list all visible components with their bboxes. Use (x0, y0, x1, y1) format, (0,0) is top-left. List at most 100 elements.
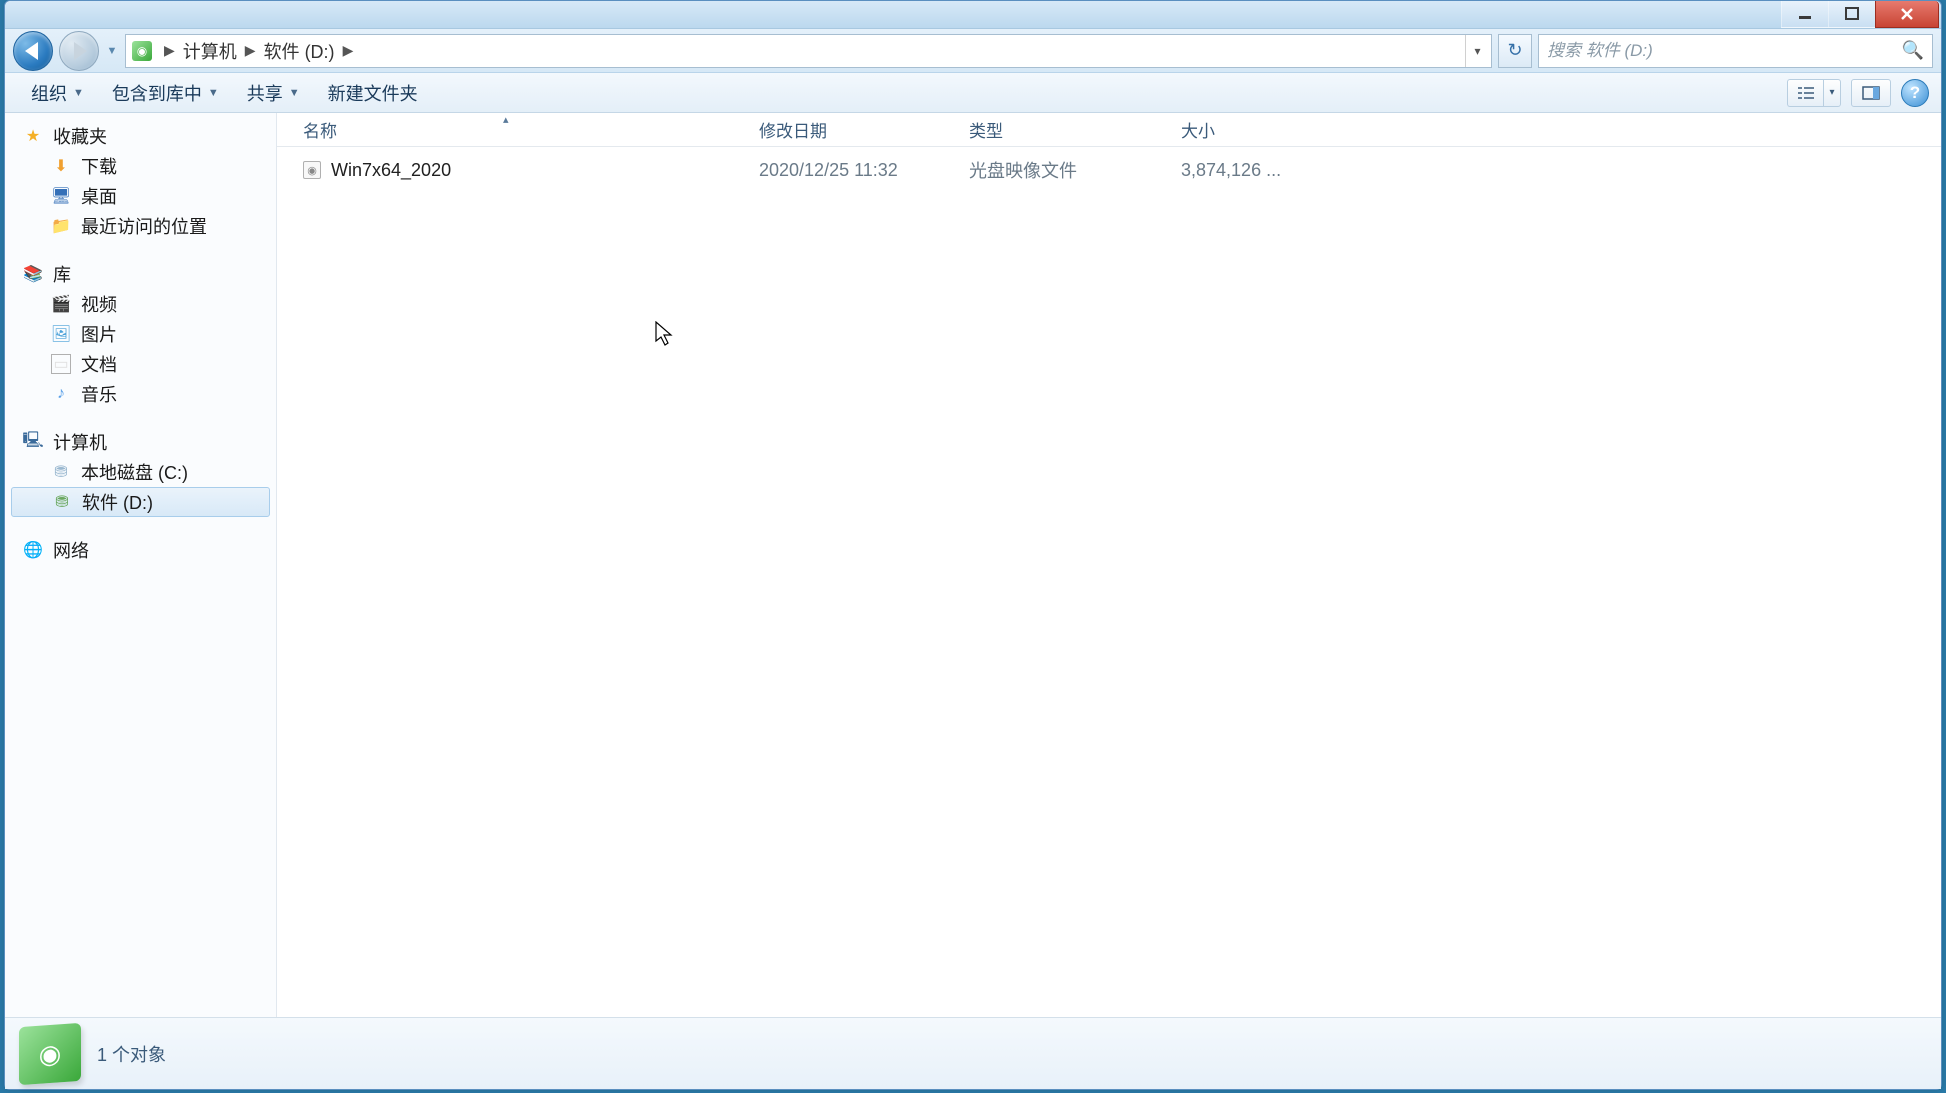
column-type[interactable]: 类型 (959, 117, 1171, 142)
file-rows: ◉ Win7x64_2020 2020/12/25 11:32 光盘映像文件 3… (277, 147, 1941, 1017)
sidebar-drive-d-label: 软件 (D:) (82, 489, 153, 515)
close-icon (1900, 7, 1914, 21)
title-bar (5, 1, 1941, 29)
sidebar-music[interactable]: ♪ 音乐 (5, 379, 276, 409)
view-list-icon (1787, 79, 1823, 107)
column-date[interactable]: 修改日期 (749, 117, 959, 142)
maximize-icon (1845, 7, 1859, 21)
drive-icon: ⛃ (52, 492, 72, 512)
iso-file-icon: ◉ (303, 161, 321, 179)
file-type: 光盘映像文件 (959, 157, 1171, 183)
refresh-icon: ↻ (1507, 40, 1522, 61)
sidebar-desktop-label: 桌面 (81, 183, 117, 209)
forward-button[interactable] (59, 31, 99, 71)
sidebar-documents-label: 文档 (81, 351, 117, 377)
maximize-button[interactable] (1828, 1, 1876, 28)
organize-label: 组织 (31, 80, 67, 106)
file-list-pane: 名称 ▴ 修改日期 类型 大小 ◉ Win7x64_2020 2020/12/2… (277, 113, 1941, 1017)
new-folder-label: 新建文件夹 (328, 80, 418, 106)
help-button[interactable]: ? (1901, 79, 1929, 107)
sidebar-drive-c-label: 本地磁盘 (C:) (81, 459, 188, 485)
nav-history-dropdown[interactable]: ▼ (105, 31, 119, 71)
picture-icon: 🖼 (51, 324, 71, 344)
chevron-down-icon: ▼ (289, 87, 300, 99)
sidebar-network-label: 网络 (53, 537, 89, 563)
document-icon: ▭ (51, 354, 71, 374)
search-box[interactable]: 🔍 (1538, 34, 1933, 68)
download-icon: ⬇ (51, 156, 71, 176)
organize-menu[interactable]: 组织 ▼ (17, 76, 98, 110)
breadcrumb-computer[interactable]: 计算机 (183, 38, 237, 64)
sidebar-computer[interactable]: 🖳 计算机 (5, 427, 276, 457)
breadcrumb-bar[interactable]: ◉ ▶ 计算机 ▶ 软件 (D:) ▶ ▾ (125, 34, 1492, 68)
breadcrumb-separator-icon: ▶ (245, 42, 256, 59)
breadcrumb-separator-icon: ▶ (343, 42, 354, 59)
recent-icon: 📁 (51, 216, 71, 236)
preview-pane-icon (1862, 86, 1880, 100)
chevron-down-icon: ▼ (208, 87, 219, 99)
sidebar-drive-d[interactable]: ⛃ 软件 (D:) (11, 487, 270, 517)
sidebar-documents[interactable]: ▭ 文档 (5, 349, 276, 379)
drive-icon: ◉ (132, 41, 152, 61)
help-icon: ? (1910, 83, 1920, 103)
file-size: 3,874,126 ... (1171, 160, 1311, 181)
sidebar-downloads-label: 下载 (81, 153, 117, 179)
sort-ascending-icon: ▴ (503, 113, 509, 126)
star-icon: ★ (23, 126, 43, 146)
address-dropdown-button[interactable]: ▾ (1465, 35, 1489, 67)
sidebar-pictures[interactable]: 🖼 图片 (5, 319, 276, 349)
sidebar-downloads[interactable]: ⬇ 下载 (5, 151, 276, 181)
share-menu[interactable]: 共享 ▼ (233, 76, 314, 110)
breadcrumb-drive-d[interactable]: 软件 (D:) (264, 38, 335, 64)
share-label: 共享 (247, 80, 283, 106)
sidebar-network[interactable]: 🌐 网络 (5, 535, 276, 565)
computer-icon: 🖳 (23, 432, 43, 452)
sidebar-music-label: 音乐 (81, 381, 117, 407)
library-icon: 📚 (23, 264, 43, 284)
desktop-icon: 🖥 (51, 186, 71, 206)
navigation-pane: ★ 收藏夹 ⬇ 下载 🖥 桌面 📁 最近访问的位置 📚 (5, 113, 277, 1017)
sidebar-drive-c[interactable]: ⛃ 本地磁盘 (C:) (5, 457, 276, 487)
status-bar: ◉ 1 个对象 (5, 1017, 1941, 1089)
sidebar-recent-label: 最近访问的位置 (81, 213, 207, 239)
music-icon: ♪ (51, 384, 71, 404)
sidebar-desktop[interactable]: 🖥 桌面 (5, 181, 276, 211)
status-text: 1 个对象 (97, 1041, 166, 1067)
column-name[interactable]: 名称 ▴ (293, 117, 749, 142)
sidebar-videos[interactable]: 🎬 视频 (5, 289, 276, 319)
column-headers: 名称 ▴ 修改日期 类型 大小 (277, 113, 1941, 147)
file-name: Win7x64_2020 (331, 160, 451, 181)
sidebar-libraries[interactable]: 📚 库 (5, 259, 276, 289)
sidebar-computer-label: 计算机 (53, 429, 107, 455)
include-label: 包含到库中 (112, 80, 202, 106)
sidebar-favorites-label: 收藏夹 (53, 123, 107, 149)
search-input[interactable] (1547, 41, 1898, 61)
sidebar-pictures-label: 图片 (81, 321, 117, 347)
file-row[interactable]: ◉ Win7x64_2020 2020/12/25 11:32 光盘映像文件 3… (277, 153, 1941, 187)
forward-arrow-icon (74, 42, 87, 60)
preview-pane-button[interactable] (1851, 79, 1891, 107)
minimize-button[interactable] (1781, 1, 1829, 28)
sidebar-favorites[interactable]: ★ 收藏夹 (5, 121, 276, 151)
sidebar-recent[interactable]: 📁 最近访问的位置 (5, 211, 276, 241)
refresh-button[interactable]: ↻ (1498, 34, 1532, 68)
close-button[interactable] (1875, 1, 1939, 28)
view-mode-dropdown[interactable]: ▾ (1823, 79, 1841, 107)
back-arrow-icon (25, 42, 38, 60)
include-in-library-menu[interactable]: 包含到库中 ▼ (98, 76, 233, 110)
command-bar: 组织 ▼ 包含到库中 ▼ 共享 ▼ 新建文件夹 ▾ ? (5, 73, 1941, 113)
column-size[interactable]: 大小 (1171, 117, 1311, 142)
drive-icon: ⛃ (51, 462, 71, 482)
minimize-icon (1798, 7, 1812, 21)
breadcrumb-separator-icon: ▶ (164, 42, 175, 59)
back-button[interactable] (13, 31, 53, 71)
sidebar-videos-label: 视频 (81, 291, 117, 317)
sidebar-libraries-label: 库 (53, 261, 71, 287)
explorer-window: ▼ ◉ ▶ 计算机 ▶ 软件 (D:) ▶ ▾ ↻ 🔍 组织 ▼ 包含到库中 ▼ (4, 0, 1942, 1090)
view-mode-button[interactable]: ▾ (1787, 79, 1841, 107)
network-icon: 🌐 (23, 540, 43, 560)
drive-large-icon: ◉ (19, 1022, 81, 1084)
file-date: 2020/12/25 11:32 (749, 160, 959, 181)
chevron-down-icon: ▼ (73, 87, 84, 99)
new-folder-button[interactable]: 新建文件夹 (314, 76, 432, 110)
